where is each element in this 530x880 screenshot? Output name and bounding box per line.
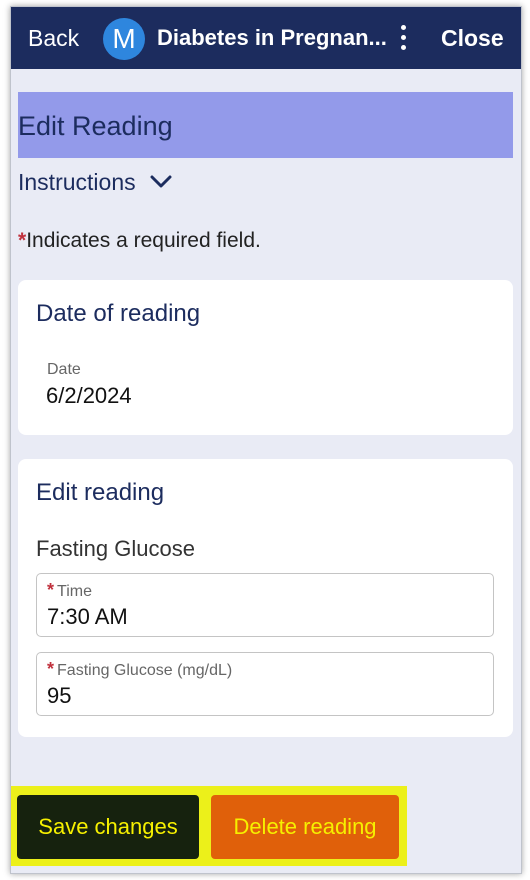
app-screen: Back M Diabetes in Pregnan... Close Edit… (10, 6, 522, 874)
edit-card-title: Edit reading (36, 479, 165, 506)
app-header: Back M Diabetes in Pregnan... Close (11, 7, 521, 69)
required-asterisk: * (18, 229, 27, 252)
page-title-bar: Edit Reading (18, 92, 513, 158)
action-button-bar: Save changes Delete reading (11, 786, 407, 866)
required-note-text: Indicates a required field. (26, 229, 261, 252)
time-value[interactable]: 7:30 AM (47, 604, 128, 630)
instructions-toggle[interactable]: Instructions (18, 168, 172, 196)
date-value: 6/2/2024 (46, 383, 132, 408)
required-field-note: *Indicates a required field. (18, 229, 261, 253)
save-changes-button[interactable]: Save changes (17, 795, 199, 859)
date-of-reading-card: Date of reading Date 6/2/2024 (18, 280, 513, 435)
avatar-initial: M (112, 23, 136, 54)
app-title: Diabetes in Pregnan... (157, 25, 387, 50)
glucose-label-text: Fasting Glucose (mg/dL) (57, 662, 233, 679)
time-required-asterisk: * (47, 580, 55, 600)
delete-reading-button[interactable]: Delete reading (211, 795, 399, 859)
instructions-label: Instructions (18, 169, 136, 195)
date-label: Date (47, 361, 81, 378)
date-card-title: Date of reading (36, 300, 201, 327)
back-button[interactable]: Back (28, 25, 79, 51)
fasting-glucose-input[interactable]: * Fasting Glucose (mg/dL) 95 (36, 652, 494, 716)
reading-type-subheading: Fasting Glucose (36, 536, 195, 561)
glucose-value[interactable]: 95 (47, 683, 71, 709)
page-title: Edit Reading (18, 111, 173, 141)
edit-reading-card: Edit reading Fasting Glucose * Time 7:30 … (18, 459, 513, 737)
close-button[interactable]: Close (441, 25, 504, 51)
chevron-down-icon (150, 175, 172, 188)
time-label: * Time (47, 580, 92, 602)
glucose-label: * Fasting Glucose (mg/dL) (47, 659, 232, 681)
avatar[interactable]: M (103, 18, 145, 60)
time-input[interactable]: * Time 7:30 AM (36, 573, 494, 637)
glucose-required-asterisk: * (47, 659, 55, 679)
more-options-button[interactable] (393, 21, 413, 55)
time-label-text: Time (57, 583, 92, 600)
